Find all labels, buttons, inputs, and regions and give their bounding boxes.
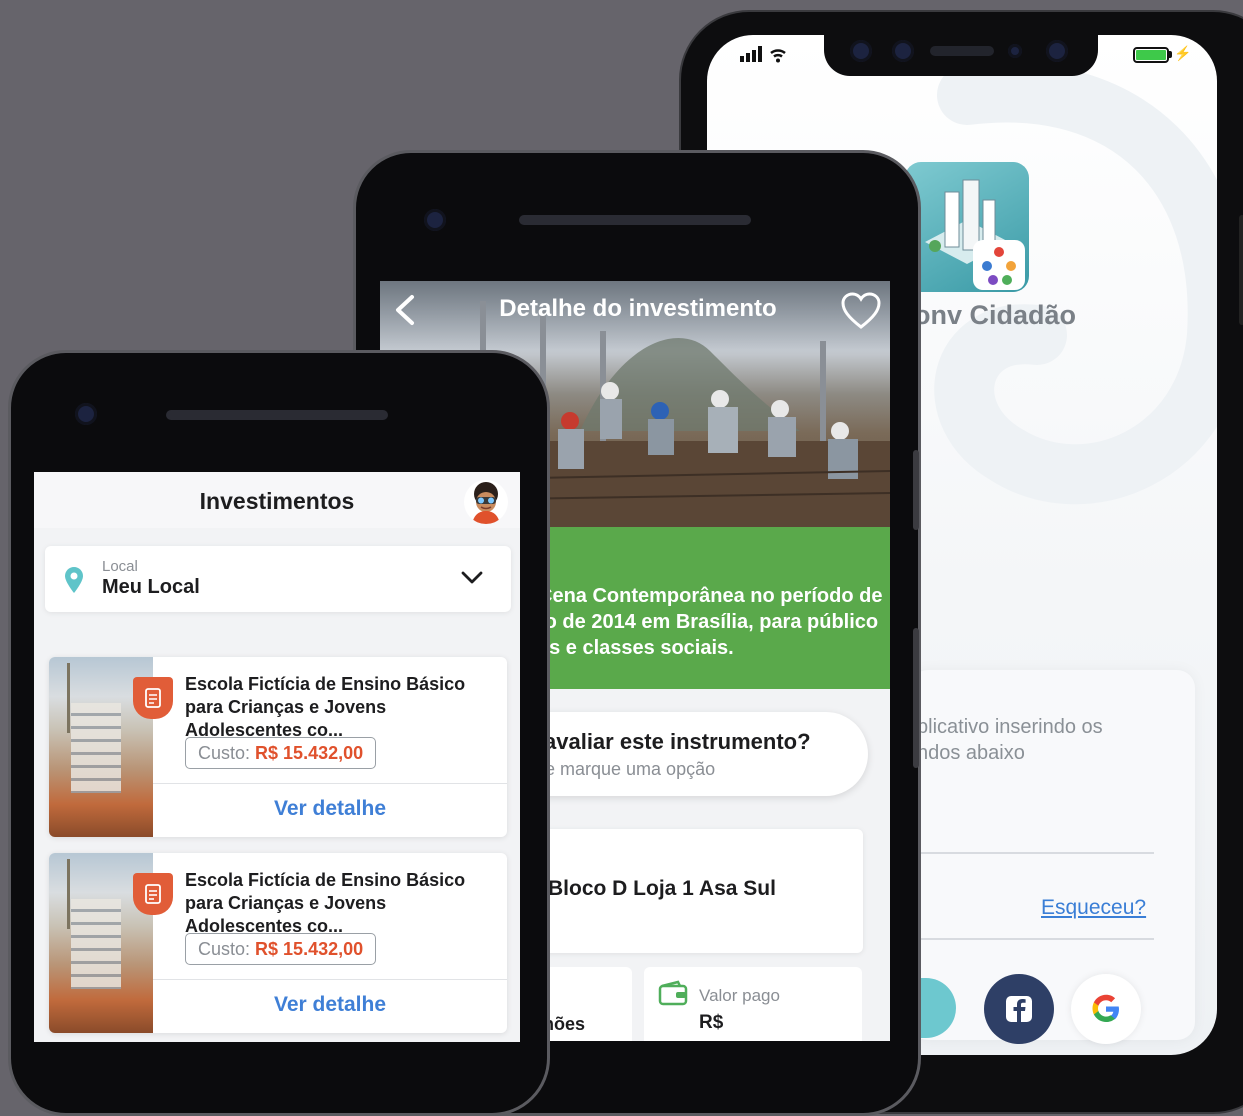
front-camera-icon <box>1046 40 1068 62</box>
battery-icon <box>1133 47 1169 63</box>
cost-badge: Custo: R$ 15.432,00 <box>185 737 377 769</box>
location-value: Meu Local <box>102 576 200 598</box>
chevron-down-icon[interactable] <box>460 570 484 586</box>
location-label: Local <box>102 558 138 575</box>
location-pin-icon <box>65 567 83 593</box>
cost-value: R$ 15.432,00 <box>255 938 364 959</box>
phone-middle-side-button <box>913 628 919 768</box>
rating-hint: e marque uma opção <box>545 759 716 779</box>
app-name: onv Cidadão <box>914 300 1077 330</box>
page-title: Investimentos <box>199 488 355 514</box>
front-camera-icon <box>424 209 446 231</box>
cost-label: Custo: <box>198 742 256 763</box>
phone-right-side-button <box>1239 215 1243 325</box>
phone-left-screen: Investimentos Local Meu Local Escola Fic… <box>34 472 520 1042</box>
front-camera-icon <box>850 40 872 62</box>
front-camera-icon <box>75 403 97 425</box>
facebook-login-button[interactable] <box>984 974 1054 1044</box>
investment-card[interactable]: Escola Fictícia de Ensino Básico para Cr… <box>49 853 507 1033</box>
investment-title: Escola Fictícia de Ensino Básico para Cr… <box>185 674 466 740</box>
view-detail-link[interactable]: Ver detalhe <box>153 797 507 821</box>
investment-description: Cena Contemporânea no período de to de 2… <box>538 585 883 659</box>
phone-middle-side-button <box>913 450 919 530</box>
signal-icon <box>740 46 786 63</box>
phone-right-speaker <box>930 46 994 56</box>
card-divider <box>153 783 507 784</box>
forgot-password-link[interactable]: Esqueceu? <box>1041 896 1146 920</box>
charging-icon: ⚡ <box>1174 45 1192 61</box>
document-badge-icon <box>133 677 173 719</box>
heart-icon[interactable] <box>840 291 882 331</box>
address-text: Bloco D Loja 1 Asa Sul <box>548 877 776 900</box>
sensor-icon <box>1008 44 1022 58</box>
avatar-icon[interactable] <box>464 480 508 524</box>
password-field-underline[interactable] <box>910 938 1154 940</box>
paid-value-label: Valor pago <box>699 986 780 1005</box>
document-badge-icon <box>133 873 173 915</box>
wallet-icon <box>658 980 688 1006</box>
cost-badge: Custo: R$ 15.432,00 <box>185 933 377 965</box>
view-detail-link[interactable]: Ver detalhe <box>153 993 507 1017</box>
battery-tip <box>1169 51 1172 58</box>
back-arrow-icon[interactable] <box>390 293 420 327</box>
phone-middle-speaker <box>519 215 751 225</box>
facebook-icon <box>1006 996 1032 1022</box>
investment-title: Escola Fictícia de Ensino Básico para Cr… <box>185 870 466 936</box>
phone-left-speaker <box>166 410 388 420</box>
card-divider <box>153 979 507 980</box>
cost-label: Custo: <box>198 938 256 959</box>
paid-value-amount: R$ <box>699 1012 724 1033</box>
google-login-button[interactable] <box>1071 974 1141 1044</box>
rating-question: avaliar este instrumento? <box>544 729 811 754</box>
username-field-underline[interactable] <box>910 852 1154 854</box>
app-logo <box>905 162 1029 292</box>
investment-card[interactable]: Escola Fictícia de Ensino Básico para Cr… <box>49 657 507 837</box>
google-icon <box>1092 994 1119 1022</box>
screen-title: Detalhe do investimento <box>499 295 777 322</box>
front-camera-icon <box>892 40 914 62</box>
cost-value: R$ 15.432,00 <box>255 742 364 763</box>
login-instructions: plicativo inserindo os ndos abaixo <box>917 716 1103 764</box>
